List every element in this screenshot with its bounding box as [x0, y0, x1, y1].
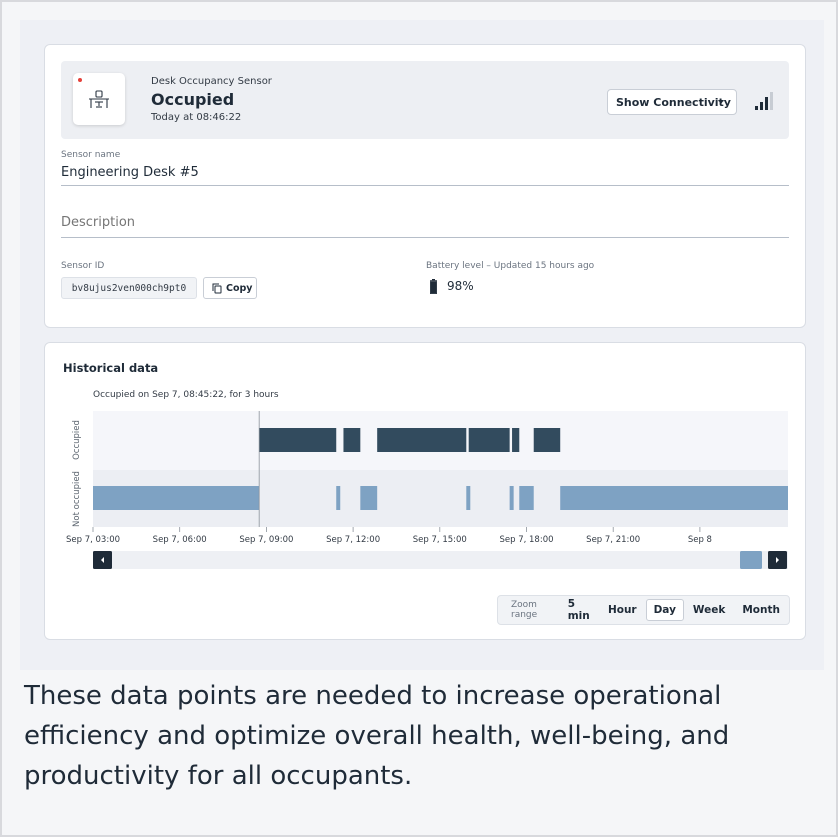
status-dot-icon — [78, 78, 82, 82]
x-tick-label: Sep 7, 15:00 — [413, 535, 467, 545]
battery-icon — [430, 279, 437, 294]
copy-icon — [212, 283, 222, 293]
signal-bar — [765, 97, 768, 110]
description-underline — [61, 237, 789, 238]
history-title: Historical data — [63, 361, 159, 375]
row-label-occupied: Occupied — [72, 420, 82, 460]
not-occupied-bar[interactable] — [560, 486, 788, 510]
history-tooltip: Occupied on Sep 7, 08:45:22, for 3 hours — [93, 390, 279, 400]
x-tick-label: Sep 7, 12:00 — [326, 535, 380, 545]
signal-bar — [770, 92, 773, 110]
zoom-option-month[interactable]: Month — [734, 599, 788, 621]
copy-button[interactable]: Copy — [203, 277, 257, 299]
screenshot-frame: Desk Occupancy Sensor Occupied Today at … — [0, 0, 838, 837]
not-occupied-bar[interactable] — [519, 486, 534, 510]
x-tick-label: Sep 7, 09:00 — [239, 535, 293, 545]
battery-label: Battery level – Updated 15 hours ago — [426, 261, 595, 271]
x-tick-label: Sep 7, 06:00 — [153, 535, 207, 545]
show-connectivity-label: Show Connectivity — [616, 95, 731, 109]
occupied-bar[interactable] — [343, 428, 361, 452]
sensor-name-underline — [61, 185, 789, 186]
occupied-bar[interactable] — [377, 428, 467, 452]
not-occupied-bar[interactable] — [466, 486, 471, 510]
sensor-type-label: Desk Occupancy Sensor — [151, 76, 272, 87]
sensor-id-label: Sensor ID — [61, 261, 105, 271]
zoom-range-control: Zoom range 5 min Hour Day Week Month — [497, 595, 790, 625]
signal-strength-icon — [755, 92, 773, 110]
copy-label: Copy — [226, 282, 253, 294]
zoom-option-hour[interactable]: Hour — [600, 599, 645, 621]
zoom-option-day[interactable]: Day — [645, 599, 684, 621]
occupied-bar[interactable] — [512, 428, 520, 452]
sensor-id-value: bv8ujus2ven000ch9pt0 — [61, 277, 197, 299]
not-occupied-bar[interactable] — [93, 486, 260, 510]
sensor-name-field[interactable]: Engineering Desk #5 — [61, 165, 199, 180]
zoom-option-week[interactable]: Week — [685, 599, 733, 621]
device-tile — [73, 73, 125, 125]
description-input[interactable] — [61, 215, 789, 230]
sensor-state: Occupied — [151, 90, 235, 109]
x-tick-label: Sep 7, 18:00 — [499, 535, 553, 545]
signal-bar — [755, 106, 758, 110]
caption-text: These data points are needed to increase… — [24, 681, 730, 791]
x-tick-label: Sep 8 — [688, 535, 712, 545]
occupied-bar[interactable] — [259, 428, 337, 452]
show-connectivity-button[interactable]: Show Connectivity — [607, 89, 737, 115]
caret-down-icon — [718, 100, 724, 104]
desk-chair-icon — [89, 90, 109, 108]
app-canvas: Desk Occupancy Sensor Occupied Today at … — [20, 20, 824, 670]
not-occupied-bar[interactable] — [360, 486, 378, 510]
occupied-bar[interactable] — [468, 428, 510, 452]
not-occupied-bar[interactable] — [509, 486, 514, 510]
zoom-range-label: Zoom range — [511, 600, 538, 620]
battery-value: 98% — [447, 279, 474, 293]
x-tick-label: Sep 7, 03:00 — [66, 535, 120, 545]
historical-data-card: Historical data Occupied on Sep 7, 08:45… — [44, 342, 806, 640]
sensor-timestamp: Today at 08:46:22 — [151, 112, 242, 123]
sensor-name-label: Sensor name — [61, 150, 121, 160]
scroll-thumb[interactable] — [740, 551, 762, 569]
x-tick-label: Sep 7, 21:00 — [586, 535, 640, 545]
not-occupied-bar[interactable] — [336, 486, 341, 510]
sensor-details-card: Desk Occupancy Sensor Occupied Today at … — [44, 44, 806, 328]
zoom-option-5min[interactable]: 5 min — [560, 593, 599, 627]
battery-fill — [430, 281, 437, 294]
timeline-scrollbar[interactable] — [93, 551, 788, 569]
row-label-not-occupied: Not occupied — [72, 471, 82, 527]
occupied-bar[interactable] — [533, 428, 561, 452]
occupancy-timeline-chart[interactable]: Occupied Not occupied Sep 7, 03:00 Sep 7, 0… — [53, 411, 793, 587]
signal-bar — [760, 102, 763, 110]
sensor-header: Desk Occupancy Sensor Occupied Today at … — [61, 61, 789, 139]
